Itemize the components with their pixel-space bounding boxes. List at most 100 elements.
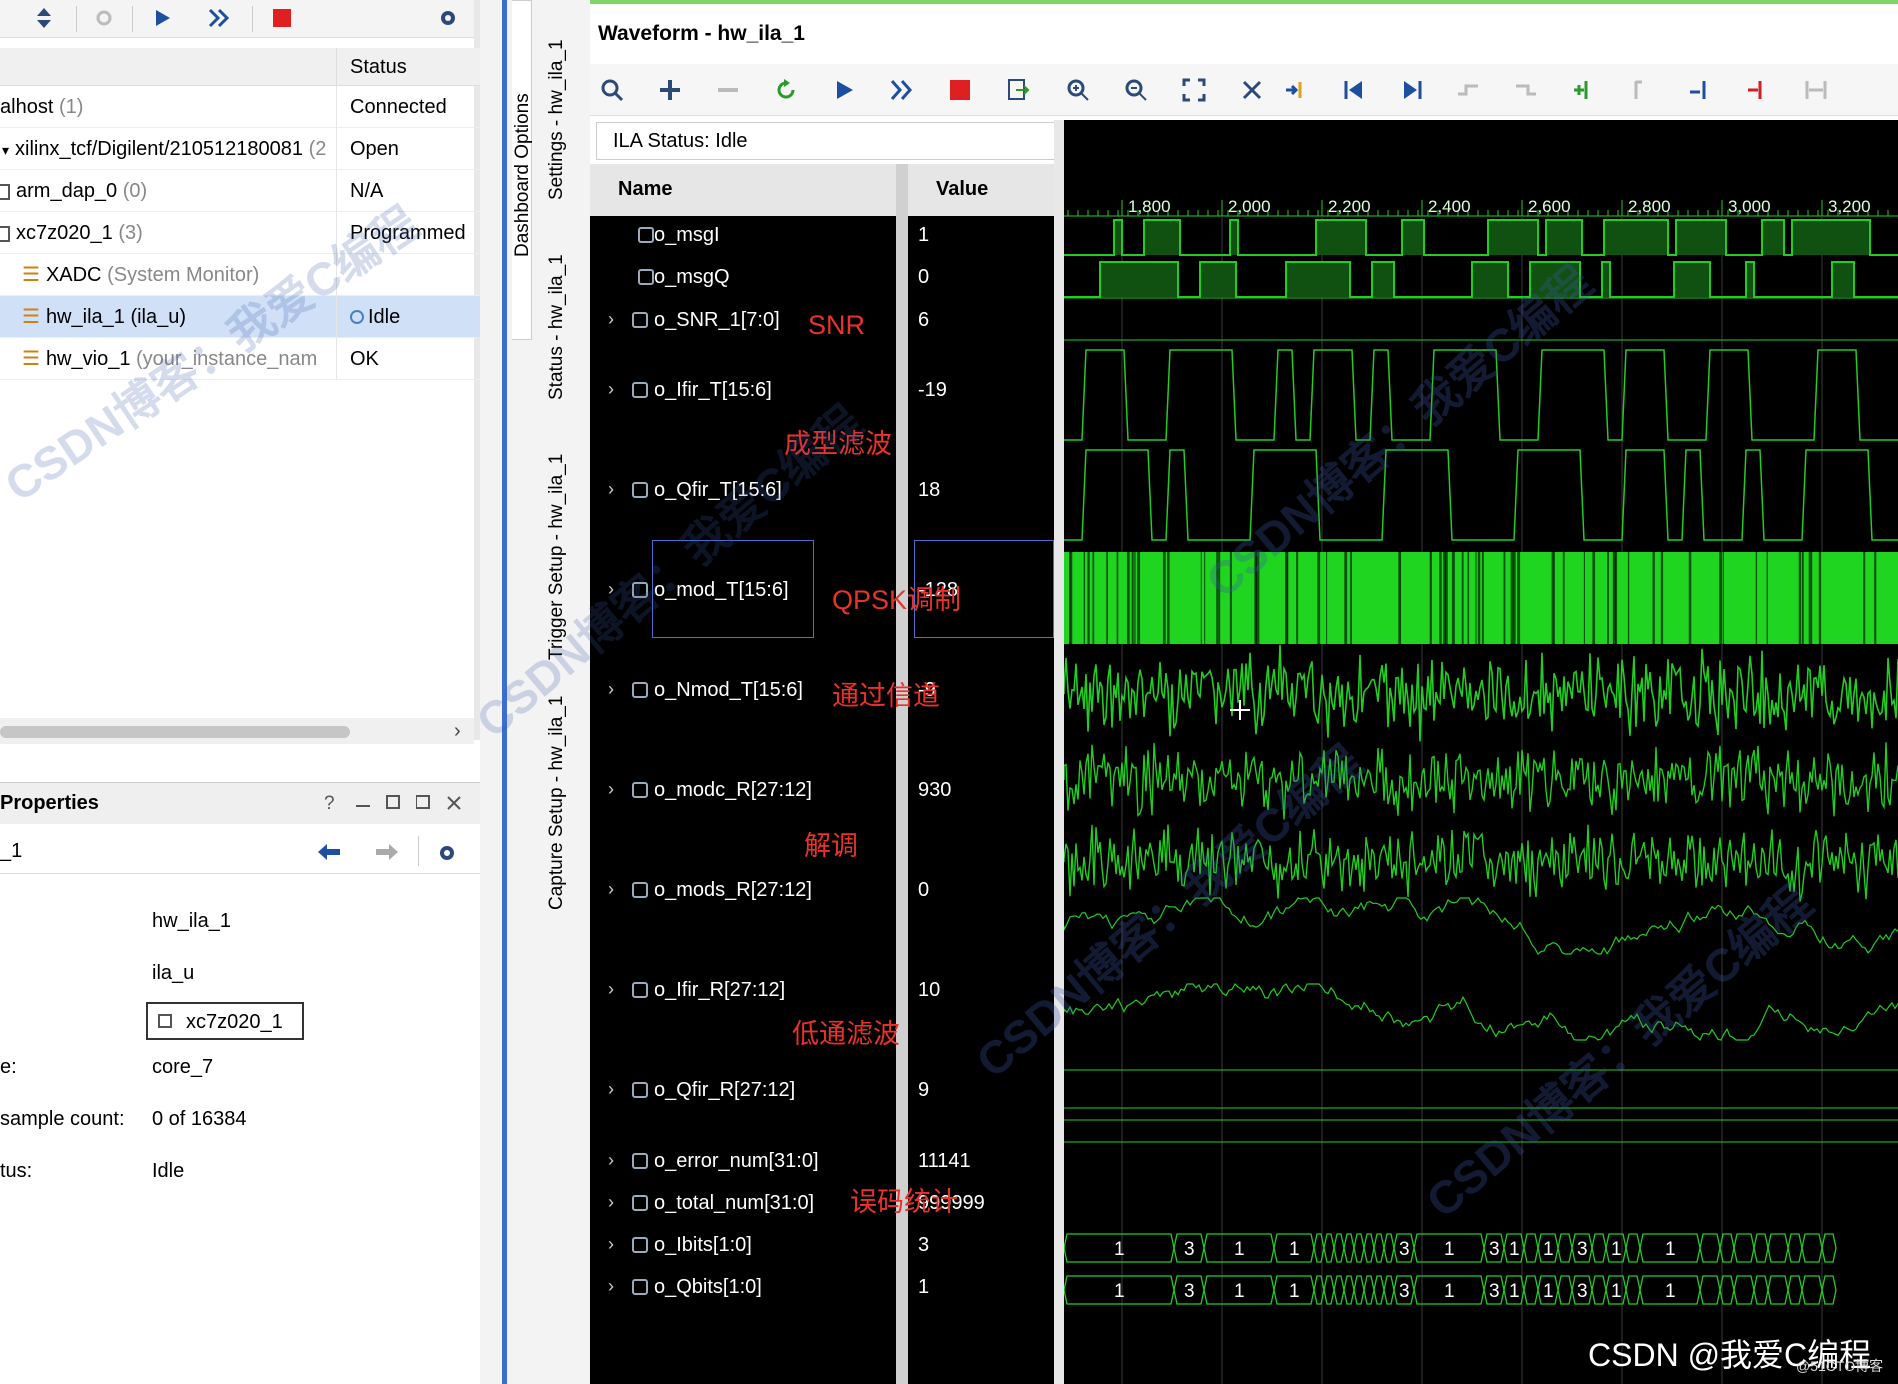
tree-row-arm-dap[interactable]: arm_dap_0 (0) N/A	[0, 170, 480, 212]
plot-splitter[interactable]	[1054, 120, 1064, 1384]
signal-row[interactable]: o_msgQ	[590, 266, 896, 294]
search-icon[interactable]	[596, 74, 628, 106]
value-column-header[interactable]: Value	[908, 164, 1054, 216]
go-to-cursor-icon[interactable]	[1280, 74, 1312, 106]
back-arrow-icon[interactable]	[318, 844, 340, 860]
qbits-trace-segment	[1821, 1275, 1837, 1305]
name-column-header[interactable]: Name	[590, 164, 900, 216]
help-icon[interactable]: ?	[324, 793, 335, 815]
tab-settings[interactable]: Settings - hw_ila_1	[546, 0, 570, 210]
auto-connect-icon[interactable]	[90, 4, 118, 32]
row-name: hw_ila_1 (ila_u)	[45, 306, 187, 328]
tree-row-xilinx-tcf[interactable]: ▾ xilinx_tcf/Digilent/210512180081 (2 Ope…	[0, 128, 480, 170]
add-icon[interactable]	[654, 74, 686, 106]
properties-title: Properties	[0, 792, 99, 814]
signal-row[interactable]: o_msgI	[590, 224, 896, 252]
row-count: (2	[308, 138, 327, 160]
next-marker-icon[interactable]	[1684, 74, 1716, 106]
settings-gear-icon[interactable]	[436, 842, 458, 864]
signal-row[interactable]: › o_mods_R[27:12]	[590, 879, 896, 907]
ibits-trace-segment	[1801, 1233, 1823, 1263]
chevron-right-icon[interactable]: ›	[454, 720, 461, 743]
refresh-icon[interactable]	[770, 74, 802, 106]
zoom-fit-icon[interactable]	[1178, 74, 1210, 106]
watermark-small: @51CTO博客	[1796, 1358, 1884, 1374]
signal-name: o_mods_R[27:12]	[654, 879, 812, 901]
ruler-tick-label: 1,800	[1128, 197, 1171, 216]
collapse-expand-icon[interactable]	[30, 4, 58, 32]
chip-icon	[0, 225, 10, 242]
annotation-demodulation: 解调	[804, 831, 858, 861]
chevron-down-icon[interactable]: ▾	[2, 142, 9, 158]
property-type-value: core_7	[152, 1056, 214, 1078]
close-icon[interactable]	[446, 795, 462, 811]
property-device-link[interactable]: xc7z020_1	[146, 1002, 304, 1040]
signal-row[interactable]: › o_modc_R[27:12]	[590, 779, 896, 807]
msgI-trace-fill	[1114, 220, 1122, 255]
chevron-right-icon[interactable]: ›	[608, 1276, 614, 1297]
signal-row[interactable]: › o_Ibits[1:0]	[590, 1234, 896, 1262]
chevron-right-icon[interactable]: ›	[608, 979, 614, 1000]
float-icon[interactable]	[416, 795, 430, 809]
tab-dashboard-options[interactable]: Dashboard Options	[512, 0, 533, 340]
tab-status[interactable]: Status - hw_ila_1	[546, 220, 570, 410]
ibits-trace-segment	[1591, 1233, 1607, 1263]
stop-trigger-icon[interactable]	[944, 74, 976, 106]
bit-icon	[638, 269, 654, 285]
ruler-tick-label: 2,800	[1628, 197, 1671, 216]
forward-arrow-icon[interactable]	[376, 844, 398, 860]
qbits-trace-label: 3	[1399, 1281, 1410, 1302]
hardware-table-header: Status	[0, 48, 480, 86]
chevron-right-icon[interactable]: ›	[608, 679, 614, 700]
property-type-label: e:	[0, 1056, 17, 1078]
qbits-trace-label: 1	[1665, 1281, 1676, 1302]
ruler-tick-label: 2,000	[1228, 197, 1271, 216]
add-marker-icon[interactable]	[1568, 74, 1600, 106]
export-icon[interactable]	[1002, 74, 1034, 106]
chevron-right-icon[interactable]: ›	[608, 379, 614, 400]
settings-gear-icon[interactable]	[434, 4, 462, 32]
swap-cursors-icon[interactable]	[1800, 74, 1832, 106]
minimize-icon[interactable]	[356, 805, 370, 807]
run-immediate-icon[interactable]	[206, 4, 234, 32]
zoom-in-icon[interactable]	[1062, 74, 1094, 106]
maximize-icon[interactable]	[386, 795, 400, 809]
properties-toolbar: _1	[0, 830, 480, 874]
horizontal-scrollbar[interactable]: ›	[0, 718, 474, 744]
status-column-header[interactable]: Status	[350, 56, 407, 79]
stop-trigger-icon[interactable]	[268, 4, 296, 32]
go-to-end-icon[interactable]	[1396, 74, 1428, 106]
run-immediate-icon[interactable]	[886, 74, 918, 106]
chevron-right-icon[interactable]: ›	[608, 1192, 614, 1213]
previous-marker-icon[interactable]	[1626, 74, 1658, 106]
previous-transition-icon[interactable]	[1452, 74, 1484, 106]
tree-row-xadc[interactable]: ☰ XADC (System Monitor)	[0, 254, 480, 296]
delete-marker-icon[interactable]	[1742, 74, 1774, 106]
tree-row-localhost[interactable]: alhost (1) Connected	[0, 86, 480, 128]
chevron-right-icon[interactable]: ›	[608, 879, 614, 900]
chevron-right-icon[interactable]: ›	[608, 1150, 614, 1171]
ibits-trace-segment	[1733, 1233, 1755, 1263]
scrollbar-thumb[interactable]	[0, 726, 350, 738]
remove-icon[interactable]	[712, 74, 744, 106]
bus-icon	[632, 982, 648, 998]
signal-row[interactable]: › o_Qfir_R[27:12]	[590, 1079, 896, 1107]
signal-row[interactable]: › o_error_num[31:0]	[590, 1150, 896, 1178]
msgI-trace-fill	[1792, 220, 1870, 255]
run-trigger-icon[interactable]	[828, 74, 860, 106]
chevron-right-icon[interactable]: ›	[608, 779, 614, 800]
signal-row[interactable]: › o_Ifir_R[27:12]	[590, 979, 896, 1007]
signal-row[interactable]: › o_Qbits[1:0]	[590, 1276, 896, 1304]
zoom-out-icon[interactable]	[1120, 74, 1152, 106]
row-status: Open	[350, 138, 399, 160]
chevron-right-icon[interactable]: ›	[608, 479, 614, 500]
qbits-trace-label: 1	[1289, 1281, 1300, 1302]
next-transition-icon[interactable]	[1510, 74, 1542, 106]
run-trigger-icon[interactable]	[148, 4, 176, 32]
chevron-right-icon[interactable]: ›	[608, 1079, 614, 1100]
cursor-tool-icon[interactable]	[1236, 74, 1268, 106]
chevron-right-icon[interactable]: ›	[608, 1234, 614, 1255]
go-to-start-icon[interactable]	[1338, 74, 1370, 106]
signal-row[interactable]: › o_Ifir_T[15:6]	[590, 379, 896, 407]
chevron-right-icon[interactable]: ›	[608, 309, 614, 330]
